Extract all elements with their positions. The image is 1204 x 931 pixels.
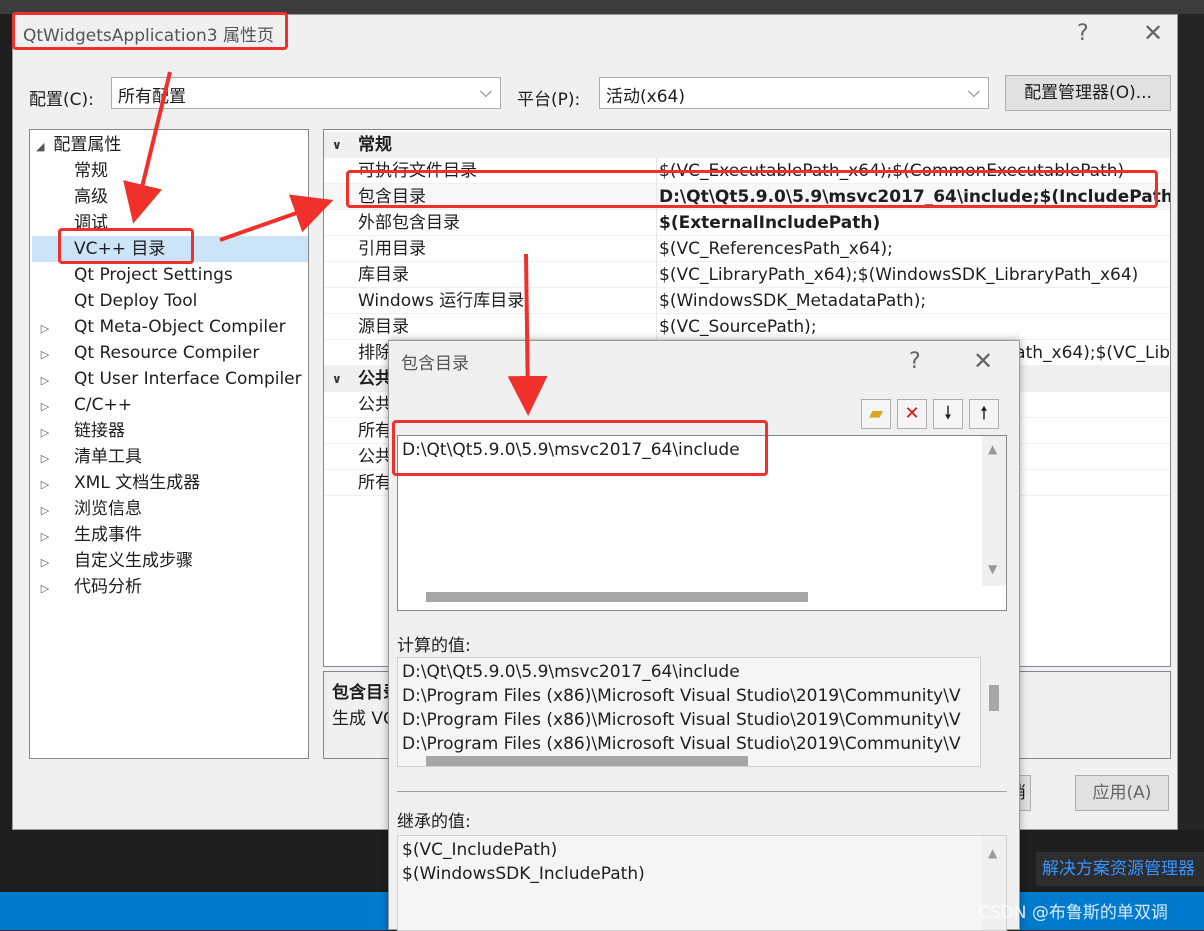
annotation-arrows (123, 71, 548, 416)
watermark: CSDN @布鲁斯的单双调 (978, 903, 1168, 923)
arrow-vc-to-row (219, 194, 334, 242)
arrow-row-to-entry (507, 253, 548, 416)
arrow-title-to-vc (123, 71, 172, 224)
